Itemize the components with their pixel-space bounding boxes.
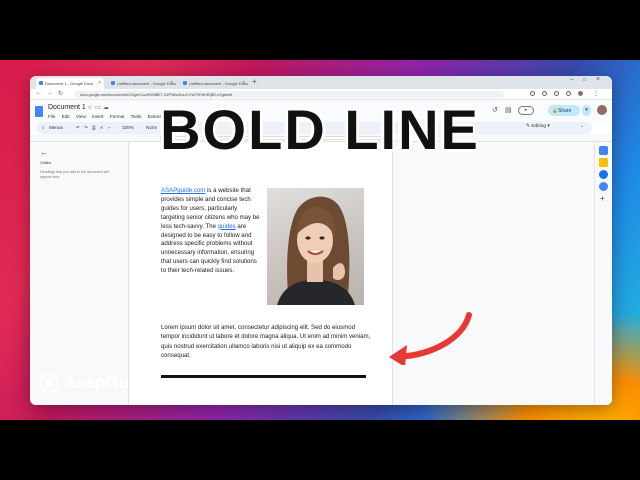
document-page[interactable]: ASAPguide.com is a website that provides… xyxy=(128,142,393,405)
headline-overlay: BOLD LINE xyxy=(160,98,480,161)
docs-favicon-icon xyxy=(39,81,43,85)
tab-document-1[interactable]: Document 1 - Google Docs × xyxy=(36,78,104,89)
red-arrow-icon xyxy=(389,312,472,365)
lightning-icon xyxy=(39,373,59,393)
tab-label: Untitled document - Google Docs xyxy=(189,81,248,86)
maximize-icon[interactable]: □ xyxy=(583,77,586,83)
portrait-drawing xyxy=(277,196,355,305)
forward-icon[interactable]: → xyxy=(47,90,53,96)
close-icon[interactable]: × xyxy=(242,80,245,86)
paragraph-lorem[interactable]: Lorem ipsum dolor sit amet, consectetur … xyxy=(161,323,373,360)
brand-logo: AsapGuide xyxy=(38,372,154,394)
new-tab-button[interactable]: + xyxy=(252,77,257,86)
docs-favicon-icon xyxy=(183,81,187,85)
outline-panel: ← Outline Headings that you add to the d… xyxy=(30,142,128,405)
close-icon[interactable]: × xyxy=(170,80,173,86)
close-icon[interactable]: × xyxy=(98,80,101,86)
paragraph-intro[interactable]: ASAPguide.com is a website that provides… xyxy=(161,187,261,276)
tab-bar: Document 1 - Google Docs × Untitled docu… xyxy=(30,76,612,89)
outline-hint: Headings that you add to the document wi… xyxy=(40,170,109,179)
side-panel: + xyxy=(594,142,612,405)
asapguide-link[interactable]: ASAPguide.com xyxy=(161,187,205,194)
tasks-icon[interactable] xyxy=(599,170,608,179)
portrait-image[interactable] xyxy=(267,188,364,305)
document-canvas: ← Outline Headings that you add to the d… xyxy=(30,142,612,405)
add-addon-icon[interactable]: + xyxy=(600,194,605,203)
tab-label: Document 1 - Google Docs xyxy=(45,81,94,86)
close-window-icon[interactable]: × xyxy=(596,76,600,83)
bold-horizontal-line[interactable] xyxy=(161,375,366,378)
guides-link[interactable]: guides xyxy=(218,223,236,230)
tab-label: Untitled document - Google Docs xyxy=(117,81,176,86)
back-icon[interactable]: ← xyxy=(36,90,42,96)
tab-untitled-1[interactable]: Untitled document - Google Docs × xyxy=(108,78,176,89)
tab-untitled-2[interactable]: Untitled document - Google Docs × xyxy=(180,78,248,89)
bookmark-icon[interactable] xyxy=(542,91,547,96)
extensions-icon[interactable] xyxy=(554,91,559,96)
download-icon[interactable] xyxy=(566,91,571,96)
docs-favicon-icon xyxy=(111,81,115,85)
extension-icon[interactable] xyxy=(530,91,535,96)
intro-text-b: are designed to be easy to follow and ad… xyxy=(161,222,257,275)
brand-name: AsapGuide xyxy=(64,373,154,392)
more-icon[interactable]: ⋮ xyxy=(593,90,599,97)
minimize-icon[interactable]: – xyxy=(570,77,573,83)
contacts-icon[interactable] xyxy=(599,182,608,191)
reload-icon[interactable]: ↻ xyxy=(58,90,63,97)
profile-icon[interactable] xyxy=(578,91,583,96)
